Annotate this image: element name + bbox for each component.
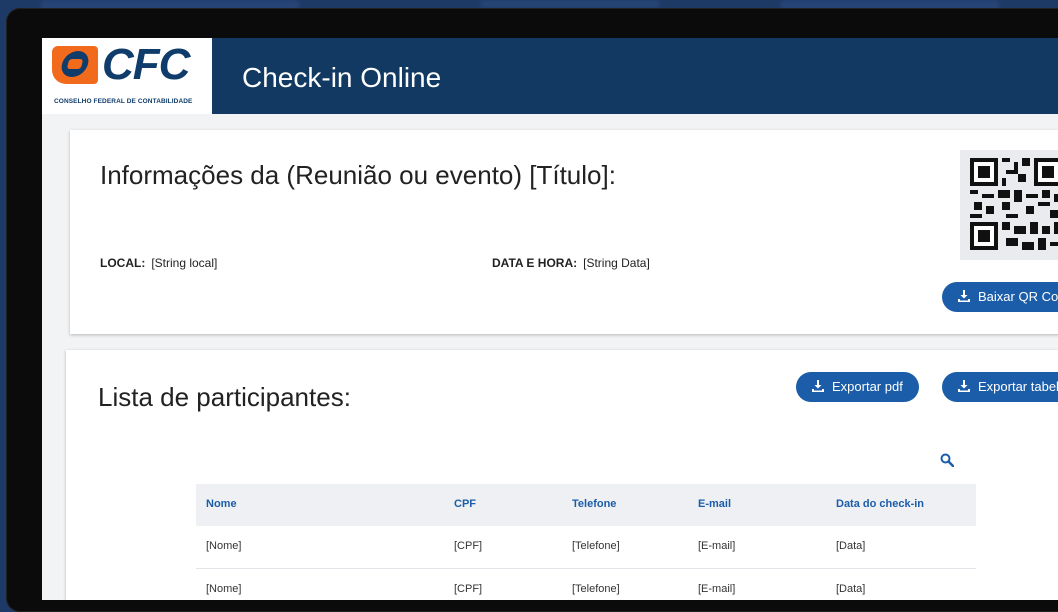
table-row[interactable]: [Nome] [CPF] [Telefone] [E-mail] [Data] [196,526,976,569]
cell-checkin-date: [Data] [836,540,866,552]
cell-telefone: [Telefone] [572,540,620,552]
download-qr-label: Baixar QR Code [978,289,1058,304]
qr-code-icon [960,150,1058,260]
cell-cpf: [CPF] [454,540,483,552]
export-pdf-button[interactable]: Exportar pdf [796,372,919,402]
cell-nome: [Nome] [206,583,242,595]
participants-table: Nome CPF Telefone E-mail Data do check-i… [196,484,976,600]
column-header-checkin-date[interactable]: Data do check-in [836,498,924,510]
local-label: LOCAL: [100,256,146,270]
cell-email: [E-mail] [698,583,736,595]
export-pdf-label: Exportar pdf [832,379,903,394]
app-screen: CFC CONSELHO FEDERAL DE CONTABILIDADE Ch… [42,38,1058,600]
local-field: LOCAL: [String local] [100,256,217,270]
cell-nome: [Nome] [206,540,242,552]
download-icon [812,380,824,392]
export-table-label: Exportar tabela [978,379,1058,394]
cell-email: [E-mail] [698,540,736,552]
event-title: Informações da (Reunião ou evento) [Títu… [100,160,616,190]
export-table-button[interactable]: Exportar tabela [942,372,1058,402]
download-qr-button[interactable]: Baixar QR Code [942,282,1058,312]
laptop-bezel: CFC CONSELHO FEDERAL DE CONTABILIDADE Ch… [6,8,1058,612]
datetime-label: DATA E HORA: [492,256,578,270]
download-icon [958,380,970,392]
download-icon [958,290,970,302]
datetime-field: DATA E HORA: [String Data] [492,256,650,270]
table-row[interactable]: [Nome] [CPF] [Telefone] [E-mail] [Data] [196,569,976,600]
cell-telefone: [Telefone] [572,583,620,595]
participants-card: Lista de participantes: Exportar pdf Exp… [66,350,1058,600]
logo-subtitle: CONSELHO FEDERAL DE CONTABILIDADE [54,98,193,105]
cell-cpf: [CPF] [454,583,483,595]
column-header-telefone[interactable]: Telefone [572,498,616,510]
search-icon[interactable] [940,453,954,467]
local-value: [String local] [151,256,218,270]
logo-mark-icon [52,46,98,84]
column-header-nome[interactable]: Nome [206,498,237,510]
app-title: Check-in Online [242,62,442,93]
participants-title: Lista de participantes: [98,382,351,412]
cfc-logo[interactable]: CFC CONSELHO FEDERAL DE CONTABILIDADE [42,38,212,114]
table-header: Nome CPF Telefone E-mail Data do check-i… [196,484,976,526]
app-header: CFC CONSELHO FEDERAL DE CONTABILIDADE Ch… [42,38,1058,114]
column-header-cpf[interactable]: CPF [454,498,476,510]
logo-text: CFC [102,40,190,89]
datetime-value: [String Data] [583,256,650,270]
column-header-email[interactable]: E-mail [698,498,731,510]
cell-checkin-date: [Data] [836,583,866,595]
event-info-card: Informações da (Reunião ou evento) [Títu… [70,130,1058,334]
